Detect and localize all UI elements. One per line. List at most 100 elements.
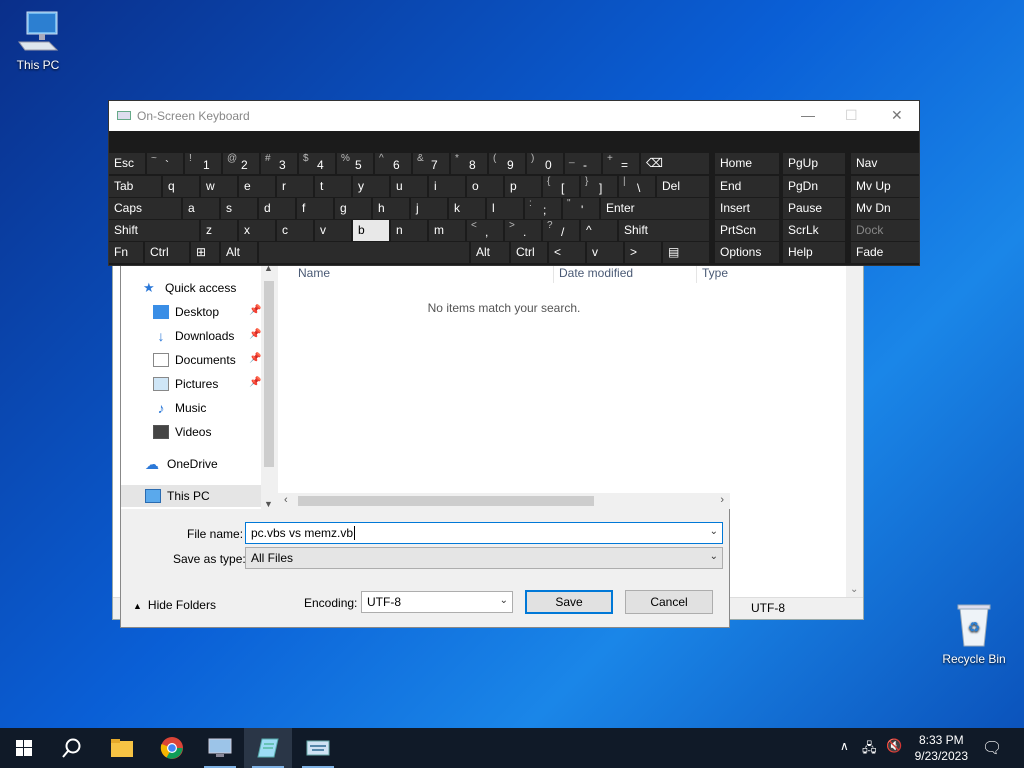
- on-screen-keyboard-button[interactable]: [294, 728, 342, 768]
- key-row4-0[interactable]: Shift: [109, 220, 199, 241]
- key-row4-5[interactable]: b: [353, 220, 389, 241]
- key-side_col3-2[interactable]: Mv Dn: [851, 198, 919, 219]
- key-row1-1[interactable]: ~ `: [147, 153, 183, 174]
- key-row2-10[interactable]: p: [505, 176, 541, 197]
- cancel-button[interactable]: Cancel: [625, 590, 713, 614]
- this-pc-desktop-icon[interactable]: This PC: [0, 10, 76, 72]
- nav-pane-scrollbar[interactable]: ▲ ▼: [261, 263, 277, 509]
- nav-item-videos[interactable]: Videos: [153, 421, 211, 443]
- key-side_col1-4[interactable]: Options: [715, 242, 779, 263]
- key-row3-0[interactable]: Caps: [109, 198, 181, 219]
- nav-item-onedrive[interactable]: ☁ OneDrive: [145, 453, 218, 475]
- key-row5-8[interactable]: v: [587, 242, 623, 263]
- column-header-date-modified[interactable]: Date modified: [559, 266, 633, 280]
- key-row1-7[interactable]: ^ 6: [375, 153, 411, 174]
- key-row1-12[interactable]: _ -: [565, 153, 601, 174]
- remote-desktop-button[interactable]: [196, 728, 244, 768]
- key-row4-4[interactable]: v: [315, 220, 351, 241]
- key-row2-9[interactable]: o: [467, 176, 503, 197]
- encoding-select[interactable]: UTF-8 ⌄: [361, 591, 513, 613]
- network-icon[interactable]: 🖧: [862, 739, 877, 761]
- key-row2-5[interactable]: t: [315, 176, 351, 197]
- horizontal-scrollbar[interactable]: ‹ ›: [278, 493, 730, 509]
- key-side_col2-0[interactable]: PgUp: [783, 153, 845, 174]
- key-side_col1-1[interactable]: End: [715, 176, 779, 197]
- key-row5-10[interactable]: ▤: [663, 242, 709, 263]
- close-icon[interactable]: ✕: [891, 107, 903, 124]
- key-row2-1[interactable]: q: [163, 176, 199, 197]
- key-row1-8[interactable]: & 7: [413, 153, 449, 174]
- notification-icon[interactable]: 🗨: [982, 738, 1002, 758]
- key-row1-13[interactable]: + =: [603, 153, 639, 174]
- key-side_col3-1[interactable]: Mv Up: [851, 176, 919, 197]
- key-row3-7[interactable]: j: [411, 198, 447, 219]
- key-row3-1[interactable]: a: [183, 198, 219, 219]
- key-row1-0[interactable]: Esc: [109, 153, 145, 174]
- key-row5-6[interactable]: Ctrl: [511, 242, 547, 263]
- key-row2-4[interactable]: r: [277, 176, 313, 197]
- scrollbar-thumb[interactable]: [298, 496, 594, 506]
- key-row5-0[interactable]: Fn: [109, 242, 143, 263]
- key-row4-3[interactable]: c: [277, 220, 313, 241]
- key-row2-8[interactable]: i: [429, 176, 465, 197]
- start-button[interactable]: [0, 728, 48, 768]
- nav-item-music[interactable]: ♪ Music: [153, 397, 207, 419]
- key-row3-3[interactable]: d: [259, 198, 295, 219]
- key-row1-10[interactable]: (9: [489, 153, 525, 174]
- key-row1-5[interactable]: $4: [299, 153, 335, 174]
- key-side_col3-3[interactable]: Dock: [851, 220, 919, 241]
- key-row3-12[interactable]: Enter: [601, 198, 709, 219]
- column-header-type[interactable]: Type: [702, 266, 728, 280]
- nav-item-documents[interactable]: Documents: [153, 349, 236, 371]
- column-header-name[interactable]: Name: [298, 266, 330, 280]
- key-row3-10[interactable]: :;: [525, 198, 561, 219]
- chrome-button[interactable]: [148, 728, 196, 768]
- key-row1-14[interactable]: ⌫: [641, 153, 709, 174]
- volume-muted-icon[interactable]: 🔇: [886, 738, 902, 754]
- scrollbar-thumb[interactable]: [264, 281, 274, 467]
- key-side_col1-2[interactable]: Insert: [715, 198, 779, 219]
- key-row4-6[interactable]: n: [391, 220, 427, 241]
- recycle-bin-desktop-icon[interactable]: ♻ Recycle Bin: [936, 602, 1012, 666]
- save-as-type-select[interactable]: All Files ⌄: [245, 547, 723, 569]
- key-row2-3[interactable]: e: [239, 176, 275, 197]
- key-row5-5[interactable]: Alt: [471, 242, 509, 263]
- key-row2-6[interactable]: y: [353, 176, 389, 197]
- key-row5-2[interactable]: ⊞: [191, 242, 219, 263]
- hide-folders-toggle[interactable]: ▲ Hide Folders: [133, 598, 216, 612]
- key-row4-2[interactable]: x: [239, 220, 275, 241]
- key-row3-4[interactable]: f: [297, 198, 333, 219]
- key-row5-9[interactable]: >: [625, 242, 661, 263]
- key-row1-11[interactable]: ) 0: [527, 153, 563, 174]
- key-row3-5[interactable]: g: [335, 198, 371, 219]
- key-row3-8[interactable]: k: [449, 198, 485, 219]
- key-side_col3-0[interactable]: Nav: [851, 153, 919, 174]
- nav-item-this-pc[interactable]: This PC: [121, 485, 261, 507]
- nav-item-quick-access[interactable]: ★ Quick access: [143, 277, 236, 299]
- key-row1-3[interactable]: @2: [223, 153, 259, 174]
- key-row2-11[interactable]: {[: [543, 176, 579, 197]
- key-row1-6[interactable]: % 5: [337, 153, 373, 174]
- minimize-icon[interactable]: —: [801, 107, 815, 123]
- key-side_col1-0[interactable]: Home: [715, 153, 779, 174]
- key-row4-7[interactable]: m: [429, 220, 465, 241]
- key-row4-12[interactable]: Shift: [619, 220, 709, 241]
- nav-item-desktop[interactable]: Desktop: [153, 301, 219, 323]
- search-button[interactable]: [48, 728, 96, 768]
- save-button[interactable]: Save: [525, 590, 613, 614]
- key-row5-3[interactable]: Alt: [221, 242, 257, 263]
- key-row2-0[interactable]: Tab: [109, 176, 161, 197]
- key-row5-4[interactable]: [259, 242, 469, 263]
- key-row3-9[interactable]: l: [487, 198, 523, 219]
- key-row2-7[interactable]: u: [391, 176, 427, 197]
- notepad-button[interactable]: [244, 728, 292, 768]
- key-row1-4[interactable]: #3: [261, 153, 297, 174]
- key-side_col2-2[interactable]: Pause: [783, 198, 845, 219]
- key-row3-11[interactable]: " ': [563, 198, 599, 219]
- key-row4-9[interactable]: >.: [505, 220, 541, 241]
- clock[interactable]: 8:33 PM 9/23/2023: [915, 732, 968, 764]
- osk-title-bar[interactable]: On-Screen Keyboard — ☐ ✕: [109, 101, 919, 131]
- key-row2-14[interactable]: Del: [657, 176, 709, 197]
- key-row1-9[interactable]: * 8: [451, 153, 487, 174]
- nav-item-downloads[interactable]: ↓ Downloads: [153, 325, 235, 347]
